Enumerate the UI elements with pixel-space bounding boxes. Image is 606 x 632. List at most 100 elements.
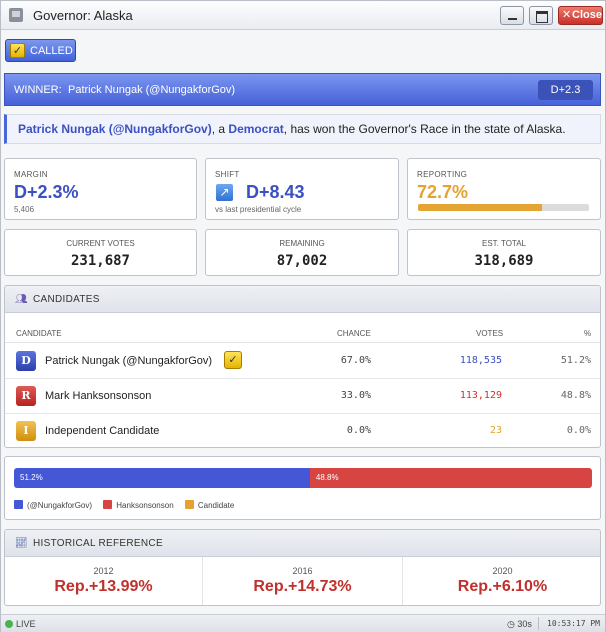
status-clock: 10:53:17 PM: [547, 619, 600, 628]
refresh-timer-value: 30s: [517, 619, 532, 629]
winner-check-icon: ✓: [224, 351, 242, 369]
legend-label: Candidate: [197, 501, 235, 510]
winner-label: WINNER:: [14, 84, 62, 96]
historical-value: Rep.+14.73%: [253, 578, 352, 595]
description-party: Democrat: [228, 122, 284, 136]
called-badge[interactable]: ✓ CALLED: [5, 39, 76, 62]
legend-swatch: [184, 500, 194, 509]
description-text-1: , a: [211, 122, 229, 136]
remaining-value: 87,002: [276, 253, 328, 269]
candidate-votes: 118,535: [459, 355, 502, 366]
clock-icon: ◷: [507, 619, 515, 629]
candidate-name: Patrick Nungak (@NungakforGov): [45, 355, 213, 367]
historical-year: 2020: [492, 566, 513, 576]
winner-banner: WINNER: Patrick Nungak (@NungakforGov) D…: [4, 73, 601, 106]
maximize-button[interactable]: [529, 6, 553, 25]
candidate-name: Independent Candidate: [45, 425, 160, 437]
reporting-card: REPORTING 72.7%: [407, 158, 601, 220]
close-icon: ✕: [562, 9, 572, 21]
col-candidate: CANDIDATE: [16, 329, 62, 338]
reporting-value: 72.7%: [417, 182, 469, 202]
vote-share-bar: 51.2% 48.8%: [14, 468, 592, 488]
current-votes-caption: CURRENT VOTES: [66, 239, 135, 248]
status-divider: [538, 617, 539, 630]
people-icon: 👥︎: [15, 294, 28, 305]
reporting-progress-fill: [418, 204, 543, 211]
current-votes-card: CURRENT VOTES 231,687: [4, 229, 197, 276]
shift-caption: SHIFT: [215, 170, 240, 179]
reporting-caption: REPORTING: [417, 170, 468, 179]
vote-share-panel: 51.2% 48.8% (@NungakforGov) Hanksonsonso…: [4, 456, 601, 520]
candidate-votes: 113,129: [459, 390, 502, 401]
candidate-name: Mark Hanksonsonson: [45, 390, 152, 402]
col-votes: VOTES: [476, 329, 504, 338]
trend-chart-icon: 📈︎: [15, 538, 28, 549]
minimize-button[interactable]: [500, 6, 524, 25]
winner-name: Patrick Nungak (@NungakforGov): [68, 84, 236, 96]
margin-votes: 5,406: [14, 205, 35, 214]
title-bar[interactable]: Governor: Alaska ✕Close: [1, 1, 605, 30]
result-description: Patrick Nungak (@NungakforGov), a Democr…: [4, 114, 601, 144]
vote-share-segment-rep: 48.8%: [309, 468, 592, 488]
candidates-title: CANDIDATES: [33, 294, 100, 305]
est-total-card: EST. TOTAL 318,689: [407, 229, 601, 276]
candidates-column-headers: CANDIDATE CHANCE VOTES %: [5, 323, 600, 343]
historical-value: Rep.+6.10%: [457, 578, 548, 595]
candidate-row[interactable]: D Patrick Nungak (@NungakforGov) ✓ 67.0%…: [5, 344, 600, 379]
close-label: Close: [572, 9, 602, 21]
candidate-chance: 67.0%: [340, 355, 371, 366]
margin-value: D+2.3%: [14, 182, 79, 202]
current-votes-value: 231,687: [70, 253, 130, 269]
legend-item: Hanksonsonson: [103, 500, 174, 510]
historical-item: 2016 Rep.+14.73%: [203, 557, 403, 605]
party-badge-rep: R: [16, 386, 36, 406]
candidate-pct: 48.8%: [560, 390, 591, 401]
historical-item: 2012 Rep.+13.99%: [5, 557, 203, 605]
est-total-value: 318,689: [474, 253, 534, 269]
shift-card: SHIFT ↗ D+8.43 vs last presidential cycl…: [205, 158, 399, 220]
description-candidate: Patrick Nungak (@NungakforGov): [18, 122, 212, 136]
candidates-header[interactable]: 👥︎ CANDIDATES: [5, 286, 600, 313]
candidates-panel: 👥︎ CANDIDATES CANDIDATE CHANCE VOTES % D…: [4, 285, 601, 448]
shift-subtext: vs last presidential cycle: [215, 205, 302, 214]
historical-year: 2016: [292, 566, 313, 576]
legend-label: (@NungakforGov): [27, 501, 93, 510]
candidate-pct: 51.2%: [560, 355, 591, 366]
called-label: CALLED: [30, 45, 73, 57]
remaining-caption: REMAINING: [279, 239, 325, 248]
candidate-row[interactable]: R Mark Hanksonsonson 33.0% 113,129 48.8%: [5, 379, 600, 414]
col-chance: CHANCE: [337, 329, 371, 338]
vote-share-segment-dem: 51.2%: [14, 468, 310, 488]
close-button[interactable]: ✕Close: [558, 6, 603, 25]
historical-panel: 📈︎ HISTORICAL REFERENCE 2012 Rep.+13.99%…: [4, 529, 601, 606]
legend-item: Candidate: [184, 500, 235, 510]
reporting-progress-bar: [418, 204, 589, 211]
legend-label: Hanksonsonson: [116, 501, 174, 510]
app-icon: [9, 8, 23, 22]
election-window: Governor: Alaska ✕Close ✓ CALLED WINNER:…: [0, 0, 606, 632]
party-badge-dem: D: [16, 351, 36, 371]
legend-swatch: [103, 500, 113, 509]
candidate-row[interactable]: I Independent Candidate 0.0% 23 0.0%: [5, 414, 600, 447]
candidate-chance: 0.0%: [346, 425, 371, 436]
live-indicator-icon: [5, 620, 13, 628]
arrow-up-right-icon: ↗: [216, 184, 233, 201]
remaining-card: REMAINING 87,002: [205, 229, 399, 276]
margin-card: MARGIN D+2.3% 5,406: [4, 158, 197, 220]
legend-swatch: [14, 500, 23, 509]
shift-value: D+8.43: [246, 182, 305, 202]
status-bar: LIVE ◷ 30s 10:53:17 PM: [1, 614, 605, 632]
candidate-chance: 33.0%: [340, 390, 371, 401]
refresh-timer[interactable]: ◷ 30s: [507, 619, 532, 630]
margin-caption: MARGIN: [14, 170, 48, 179]
col-pct: %: [584, 329, 592, 338]
est-total-caption: EST. TOTAL: [481, 239, 526, 248]
checkmark-icon: ✓: [10, 43, 25, 58]
winner-margin-badge: D+2.3: [538, 80, 593, 100]
historical-header[interactable]: 📈︎ HISTORICAL REFERENCE: [5, 530, 600, 557]
historical-item: 2020 Rep.+6.10%: [403, 557, 600, 605]
vote-share-legend: (@NungakforGov) Hanksonsonson Candidate: [14, 500, 243, 510]
historical-value: Rep.+13.99%: [54, 578, 153, 595]
party-badge-ind: I: [16, 421, 36, 441]
candidate-votes: 23: [489, 425, 502, 436]
